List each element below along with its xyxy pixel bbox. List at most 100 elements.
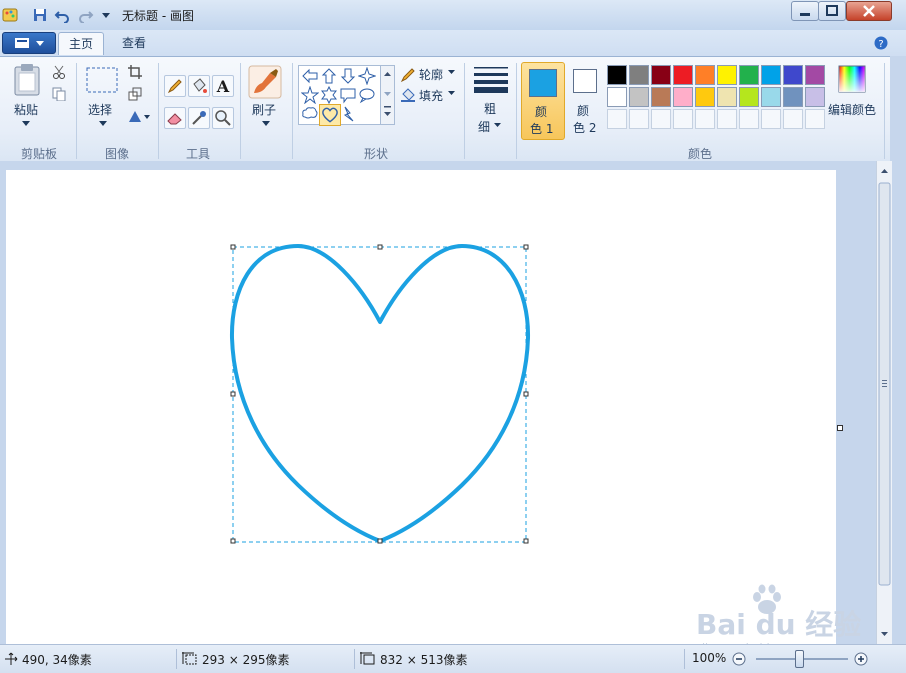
custom-color-slot[interactable] [629, 109, 649, 129]
palette-swatch[interactable] [651, 65, 671, 85]
zoom-out-icon[interactable] [732, 652, 746, 666]
palette-swatch[interactable] [783, 87, 803, 107]
palette-swatch[interactable] [673, 87, 693, 107]
paste-label[interactable]: 粘贴 [14, 101, 38, 118]
palette-swatch[interactable] [805, 65, 825, 85]
custom-color-slot[interactable] [695, 109, 715, 129]
four-point-star-icon[interactable] [358, 67, 376, 85]
color-picker-tool-button[interactable] [188, 107, 210, 129]
color1-button[interactable]: 颜 色 1 [521, 62, 565, 140]
paint-menu-button[interactable] [2, 32, 56, 54]
brushes-label[interactable]: 刷子 [252, 101, 276, 118]
tools-group-label: 工具 [185, 147, 210, 161]
line-size-icon[interactable] [474, 65, 508, 93]
fill-dropdown-icon[interactable] [448, 91, 456, 97]
custom-color-slot[interactable] [717, 109, 737, 129]
select-dropdown-icon[interactable] [99, 121, 107, 127]
maximize-button[interactable] [818, 1, 846, 21]
size-dropdown-icon[interactable] [494, 123, 502, 129]
custom-color-slot[interactable] [761, 109, 781, 129]
cut-icon[interactable] [52, 65, 66, 79]
vertical-scrollbar[interactable] [876, 161, 892, 644]
eraser-tool-button[interactable] [164, 107, 186, 129]
custom-color-slot[interactable] [607, 109, 627, 129]
brush-icon[interactable] [248, 65, 282, 99]
palette-swatch[interactable] [739, 87, 759, 107]
custom-color-slot[interactable] [805, 109, 825, 129]
outline-dropdown-icon[interactable] [448, 70, 456, 76]
close-button[interactable] [846, 1, 892, 21]
arrow-up-icon[interactable] [320, 67, 338, 85]
custom-color-slot[interactable] [651, 109, 671, 129]
arrow-down-icon[interactable] [339, 67, 357, 85]
custom-color-slot[interactable] [739, 109, 759, 129]
edit-colors-icon[interactable] [838, 65, 866, 93]
palette-swatch[interactable] [607, 87, 627, 107]
tab-view[interactable]: 查看 [112, 32, 156, 54]
color2-swatch [573, 69, 597, 93]
selection-rectangle[interactable] [232, 246, 527, 543]
palette-swatch[interactable] [739, 65, 759, 85]
size-label-line1[interactable]: 粗 [484, 100, 496, 117]
arrow-left-icon[interactable] [301, 67, 319, 85]
paste-icon[interactable] [12, 63, 42, 97]
oval-callout-icon[interactable] [358, 86, 376, 104]
color2-button[interactable]: 颜 色 2 [566, 62, 604, 138]
size-label-line2[interactable]: 细 [478, 118, 490, 135]
heart-shape-selected[interactable] [319, 104, 341, 126]
tab-home[interactable]: 主页 [58, 32, 105, 55]
outline-label[interactable]: 轮廓 [419, 66, 443, 83]
six-point-star-icon[interactable] [320, 86, 338, 104]
zoom-slider-thumb[interactable] [795, 650, 804, 668]
resize-icon[interactable] [128, 87, 142, 101]
lightning-icon[interactable] [339, 105, 357, 123]
zoom-in-icon[interactable] [854, 652, 868, 666]
palette-swatch[interactable] [805, 87, 825, 107]
five-point-star-icon[interactable] [301, 86, 319, 104]
magnifier-tool-button[interactable] [212, 107, 234, 129]
outline-brush-icon[interactable] [400, 67, 416, 83]
group-separator [292, 63, 293, 159]
redo-icon[interactable] [78, 7, 94, 23]
palette-swatch[interactable] [717, 87, 737, 107]
brushes-dropdown-icon[interactable] [262, 121, 270, 127]
selection-handles[interactable] [230, 244, 529, 544]
save-icon[interactable] [32, 7, 48, 23]
drawing-canvas[interactable] [6, 170, 836, 644]
palette-swatch[interactable] [673, 65, 693, 85]
fill-label[interactable]: 填充 [419, 87, 443, 104]
custom-color-slot[interactable] [783, 109, 803, 129]
paste-dropdown-icon[interactable] [22, 121, 30, 127]
palette-swatch[interactable] [629, 65, 649, 85]
paint-app-icon[interactable] [2, 7, 18, 23]
select-rectangle-icon[interactable] [86, 67, 118, 93]
minimize-button[interactable] [791, 1, 819, 21]
select-label[interactable]: 选择 [88, 101, 112, 118]
palette-swatch[interactable] [761, 65, 781, 85]
edit-colors-label[interactable]: 编辑颜色 [828, 101, 876, 118]
palette-swatch[interactable] [695, 65, 715, 85]
color2-label-line1: 颜 [577, 104, 590, 118]
text-tool-button[interactable]: A [212, 75, 234, 97]
pencil-tool-button[interactable] [164, 75, 186, 97]
palette-swatch[interactable] [695, 87, 715, 107]
help-icon[interactable]: ? [874, 36, 888, 50]
palette-swatch[interactable] [717, 65, 737, 85]
palette-swatch[interactable] [651, 87, 671, 107]
palette-swatch[interactable] [607, 65, 627, 85]
palette-swatch[interactable] [761, 87, 781, 107]
rotate-icon[interactable] [128, 109, 150, 123]
custom-color-slot[interactable] [673, 109, 693, 129]
fill-bucket-icon[interactable] [400, 87, 416, 103]
copy-icon[interactable] [52, 87, 66, 101]
cloud-callout-icon[interactable] [301, 105, 319, 123]
crop-icon[interactable] [128, 65, 142, 79]
shapes-scroll[interactable] [380, 65, 395, 125]
fill-tool-button[interactable] [188, 75, 210, 97]
palette-swatch[interactable] [783, 65, 803, 85]
customize-dropdown-icon[interactable] [98, 7, 114, 23]
undo-icon[interactable] [54, 7, 70, 23]
palette-swatch[interactable] [629, 87, 649, 107]
canvas-resize-handle-right[interactable] [837, 425, 843, 431]
rect-callout-icon[interactable] [339, 86, 357, 104]
